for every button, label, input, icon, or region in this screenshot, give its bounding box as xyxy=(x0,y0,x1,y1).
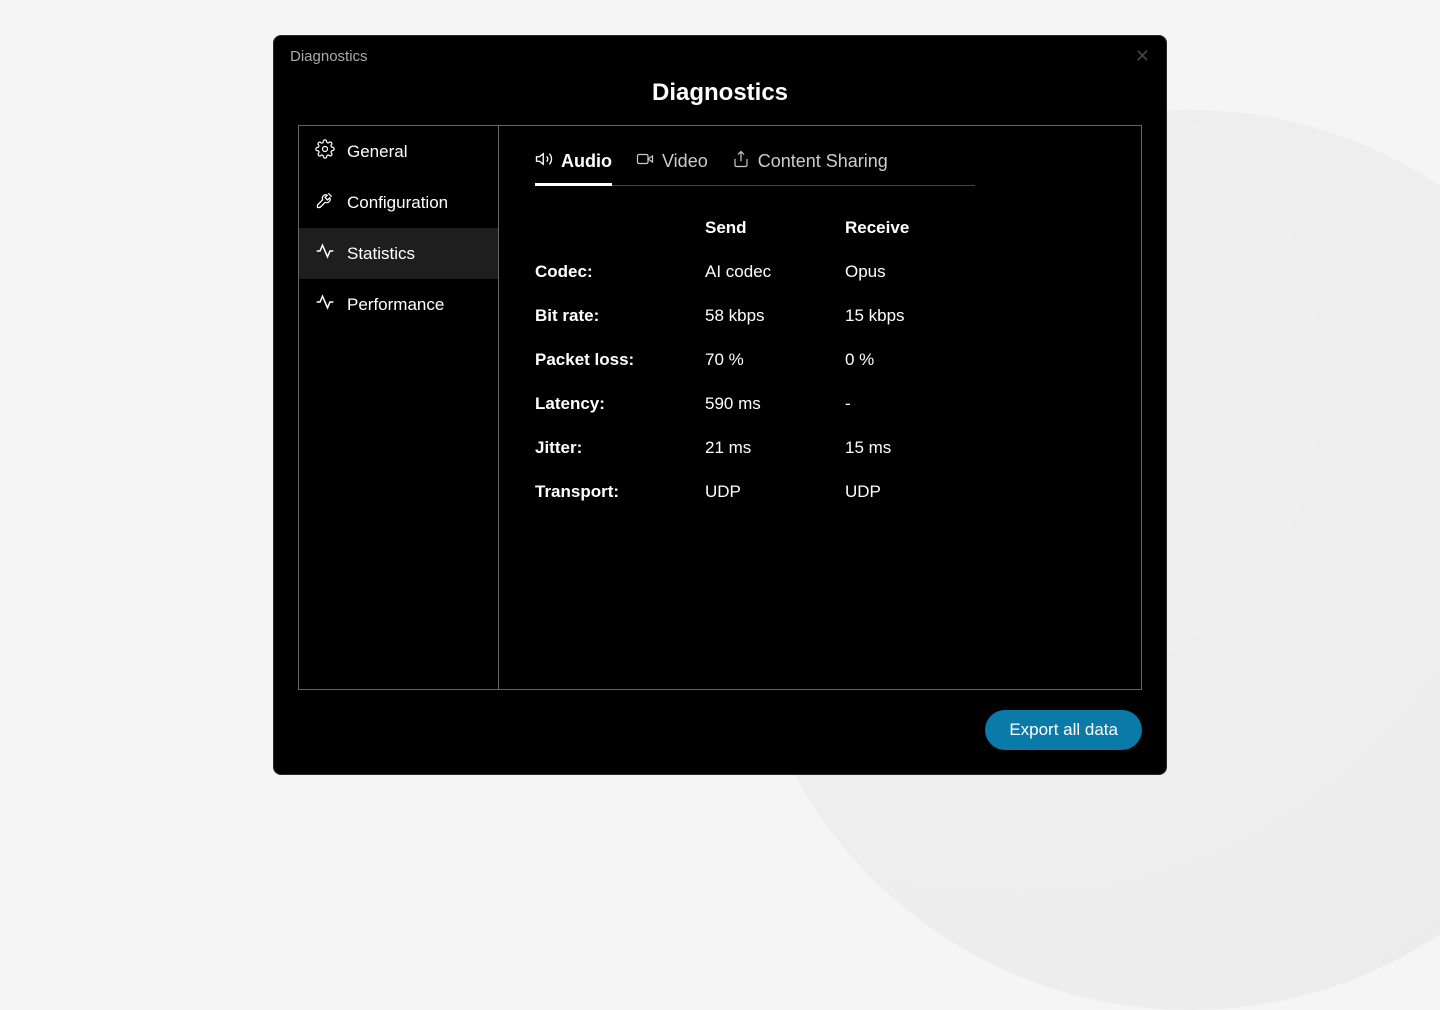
activity-icon xyxy=(315,292,335,317)
diagnostics-dialog: Diagnostics ✕ Diagnostics General Config… xyxy=(273,35,1167,775)
titlebar: Diagnostics ✕ xyxy=(274,36,1166,71)
tab-video[interactable]: Video xyxy=(636,150,708,185)
close-icon[interactable]: ✕ xyxy=(1135,46,1150,67)
row-send-value: 21 ms xyxy=(705,438,845,458)
tab-label: Content Sharing xyxy=(758,151,888,172)
row-receive-value: 15 ms xyxy=(845,438,965,458)
column-header-receive: Receive xyxy=(845,218,965,238)
table-row: Latency: 590 ms - xyxy=(535,394,975,414)
row-receive-value: UDP xyxy=(845,482,965,502)
gear-icon xyxy=(315,139,335,164)
sidebar-item-label: Configuration xyxy=(347,193,448,213)
dialog-body: General Configuration Statistics Perform… xyxy=(298,125,1142,690)
row-send-value: 58 kbps xyxy=(705,306,845,326)
row-label: Transport: xyxy=(535,482,705,502)
table-row: Transport: UDP UDP xyxy=(535,482,975,502)
sidebar-item-statistics[interactable]: Statistics xyxy=(299,228,498,279)
row-send-value: 590 ms xyxy=(705,394,845,414)
dialog-footer: Export all data xyxy=(274,690,1166,774)
row-label: Latency: xyxy=(535,394,705,414)
tools-icon xyxy=(315,190,335,215)
row-label: Codec: xyxy=(535,262,705,282)
row-receive-value: 15 kbps xyxy=(845,306,965,326)
row-receive-value: Opus xyxy=(845,262,965,282)
video-icon xyxy=(636,150,654,173)
sidebar-item-label: Performance xyxy=(347,295,444,315)
row-send-value: AI codec xyxy=(705,262,845,282)
speaker-icon xyxy=(535,150,553,173)
table-header-row: Send Receive xyxy=(535,218,975,238)
stats-table: Send Receive Codec: AI codec Opus Bit ra… xyxy=(535,218,975,502)
tab-bar: Audio Video Content Sharing xyxy=(535,150,975,186)
titlebar-label: Diagnostics xyxy=(290,48,368,65)
row-send-value: 70 % xyxy=(705,350,845,370)
dialog-title: Diagnostics xyxy=(274,79,1166,107)
sidebar-item-configuration[interactable]: Configuration xyxy=(299,177,498,228)
sidebar-item-label: General xyxy=(347,142,407,162)
export-all-data-button[interactable]: Export all data xyxy=(985,710,1142,750)
table-row: Bit rate: 58 kbps 15 kbps xyxy=(535,306,975,326)
row-label: Bit rate: xyxy=(535,306,705,326)
row-label: Jitter: xyxy=(535,438,705,458)
table-row: Codec: AI codec Opus xyxy=(535,262,975,282)
tab-label: Audio xyxy=(561,151,612,172)
share-icon xyxy=(732,150,750,173)
sidebar-item-label: Statistics xyxy=(347,244,415,264)
row-send-value: UDP xyxy=(705,482,845,502)
row-label: Packet loss: xyxy=(535,350,705,370)
column-header-send: Send xyxy=(705,218,845,238)
tab-content-sharing[interactable]: Content Sharing xyxy=(732,150,888,185)
table-row: Packet loss: 70 % 0 % xyxy=(535,350,975,370)
row-receive-value: 0 % xyxy=(845,350,965,370)
tab-label: Video xyxy=(662,151,708,172)
content-panel: Audio Video Content Sharing xyxy=(499,126,1141,689)
row-receive-value: - xyxy=(845,394,965,414)
sidebar-item-performance[interactable]: Performance xyxy=(299,279,498,330)
table-row: Jitter: 21 ms 15 ms xyxy=(535,438,975,458)
tab-audio[interactable]: Audio xyxy=(535,150,612,185)
sidebar: General Configuration Statistics Perform… xyxy=(299,126,499,689)
sidebar-item-general[interactable]: General xyxy=(299,126,498,177)
activity-icon xyxy=(315,241,335,266)
